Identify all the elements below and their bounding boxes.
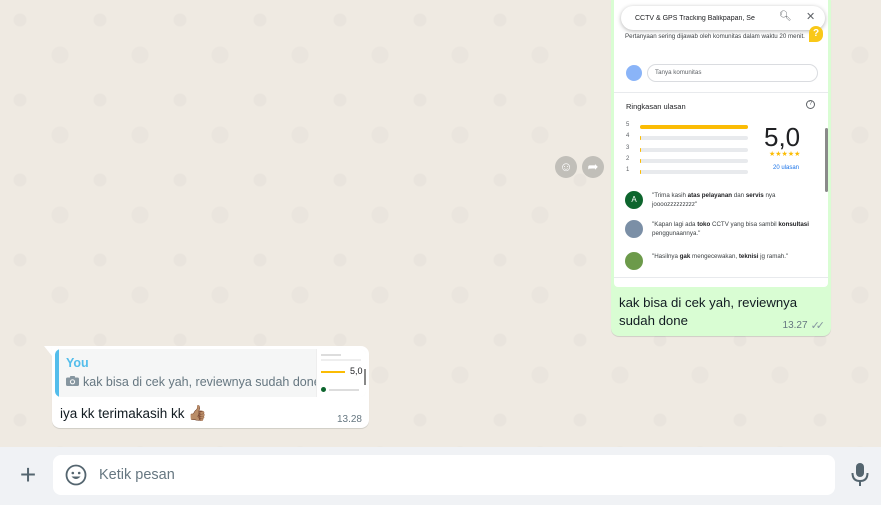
rating-bar-row: 5 bbox=[626, 122, 756, 133]
review-text-part: "Trima kasih bbox=[652, 192, 688, 199]
review-text: "Kapan lagi ada toko CCTV yang bisa samb… bbox=[652, 220, 820, 238]
divider bbox=[614, 92, 828, 93]
review-text-part: penggunaannya." bbox=[652, 230, 701, 237]
user-avatar bbox=[626, 65, 642, 81]
review-text-part: CCTV yang bisa sambil bbox=[710, 221, 779, 228]
rating-bar-fill bbox=[640, 125, 748, 129]
emoji-icon[interactable] bbox=[65, 464, 87, 486]
rating-bar-row: 4 bbox=[626, 133, 756, 144]
rating-bar-row: 3 bbox=[626, 145, 756, 156]
message-input[interactable] bbox=[99, 461, 819, 489]
review-text-part: atas pelayanan bbox=[687, 192, 733, 199]
rating-bar-track bbox=[640, 136, 748, 141]
review-text-part: konsultasi bbox=[778, 221, 809, 228]
thumbs-up-icon: 👍🏽 bbox=[188, 405, 207, 422]
reviewer-avatar bbox=[625, 252, 643, 270]
review-summary-title: Ringkasan ulasan bbox=[626, 102, 686, 111]
message-text: iya kk terimakasih kk 👍🏽 bbox=[60, 404, 207, 422]
rating-bar-label: 5 bbox=[626, 122, 630, 128]
rating-stars: ★★★★★ bbox=[769, 151, 801, 158]
quote-text: kak bisa di cek yah, reviewnya sudah don… bbox=[83, 375, 321, 389]
quote-accent-bar bbox=[55, 349, 59, 397]
review-text-part: mengecewakan, bbox=[690, 253, 739, 260]
emoji-reaction-icon[interactable]: ☺ bbox=[555, 156, 577, 178]
thumb-scrollbar bbox=[364, 369, 366, 385]
maps-search-query: CCTV & GPS Tracking Balikpapan, Se bbox=[635, 14, 755, 22]
message-time: 13.28 bbox=[336, 414, 362, 425]
maps-search-bar: CCTV & GPS Tracking Balikpapan, Se 🔍︎ ✕ bbox=[621, 6, 825, 30]
rating-bar-fill bbox=[640, 136, 641, 141]
rating-bar-label: 1 bbox=[626, 167, 630, 174]
rating-bar-fill bbox=[640, 158, 641, 163]
help-icon: ? bbox=[806, 100, 815, 109]
review-text-part: jg ramah." bbox=[758, 253, 789, 260]
qa-note: Pertanyaan sering dijawab oleh komunitas… bbox=[625, 33, 805, 40]
review-text: "Trima kasih atas pelayanan dan servis n… bbox=[652, 191, 820, 209]
rating-bar-track bbox=[640, 158, 748, 163]
message-input-box[interactable] bbox=[53, 455, 835, 495]
rating-bar-row: 2 bbox=[626, 156, 756, 167]
rating-bar-fill bbox=[640, 147, 641, 152]
divider bbox=[614, 277, 828, 278]
rating-bar-row: 1 bbox=[626, 167, 756, 178]
outgoing-message[interactable]: CCTV & GPS Tracking Balikpapan, Se 🔍︎ ✕ … bbox=[611, 0, 831, 336]
attach-plus-icon[interactable]: + bbox=[16, 461, 40, 491]
search-icon: 🔍︎ bbox=[779, 11, 792, 22]
message-time: 13.27 bbox=[782, 320, 808, 331]
review-count: 20 ulasan bbox=[773, 165, 800, 171]
microphone-icon[interactable] bbox=[850, 462, 870, 488]
reviewer-avatar bbox=[625, 220, 643, 238]
thumb-line bbox=[321, 359, 361, 361]
review-text-part: teknisi bbox=[738, 253, 759, 260]
scrollbar bbox=[825, 128, 828, 192]
reviewer-avatar: A bbox=[625, 191, 643, 209]
question-icon: ? bbox=[809, 26, 823, 42]
quoted-message[interactable]: You kak bisa di cek yah, reviewnya sudah… bbox=[55, 349, 366, 397]
quote-author: You bbox=[66, 356, 89, 370]
rating-bar-track bbox=[640, 170, 748, 175]
rating-value: 5,0 bbox=[764, 122, 801, 152]
thumb-avatar bbox=[321, 387, 326, 392]
message-image[interactable]: CCTV & GPS Tracking Balikpapan, Se 🔍︎ ✕ … bbox=[614, 0, 828, 287]
rating-bar-label: 3 bbox=[626, 144, 630, 151]
composer-bar: + bbox=[0, 447, 881, 505]
thumb-rating-bar bbox=[321, 371, 345, 373]
incoming-message[interactable]: You kak bisa di cek yah, reviewnya sudah… bbox=[52, 346, 369, 428]
rating-bars: 5 4 3 2 1 bbox=[626, 122, 756, 178]
thumb-line bbox=[321, 354, 341, 356]
review-text-part: servis bbox=[745, 192, 764, 199]
review-text-part: "Hasilnya bbox=[652, 253, 680, 260]
review-text: "Hasilnya gak mengecewakan, teknisi jg r… bbox=[652, 252, 820, 261]
thumb-rating: 5,0 bbox=[350, 366, 363, 376]
review-text-part: gak bbox=[679, 253, 691, 260]
review-text-part: "Kapan lagi ada bbox=[652, 221, 698, 228]
rating-bar-label: 2 bbox=[626, 155, 630, 162]
close-icon: ✕ bbox=[806, 11, 816, 23]
review-text-part: toko bbox=[697, 221, 711, 228]
quote-thumbnail: 5,0 bbox=[316, 349, 366, 397]
message-meta: 13.27 ✓✓ bbox=[782, 319, 826, 332]
rating-bar-track bbox=[640, 147, 748, 152]
bubble-tail bbox=[44, 346, 52, 356]
review-text-part: dan bbox=[732, 192, 746, 199]
forward-icon[interactable]: ➦ bbox=[582, 156, 604, 178]
rating-bar-track bbox=[640, 125, 748, 129]
rating-bar-label: 4 bbox=[626, 133, 630, 140]
message-body: iya kk terimakasih kk bbox=[60, 406, 185, 421]
read-ticks-icon: ✓✓ bbox=[810, 320, 826, 332]
camera-icon bbox=[66, 376, 79, 386]
thumb-line bbox=[329, 389, 359, 391]
rating-bar-fill bbox=[640, 170, 641, 175]
ask-community-field: Tanya komunitas bbox=[647, 64, 818, 82]
